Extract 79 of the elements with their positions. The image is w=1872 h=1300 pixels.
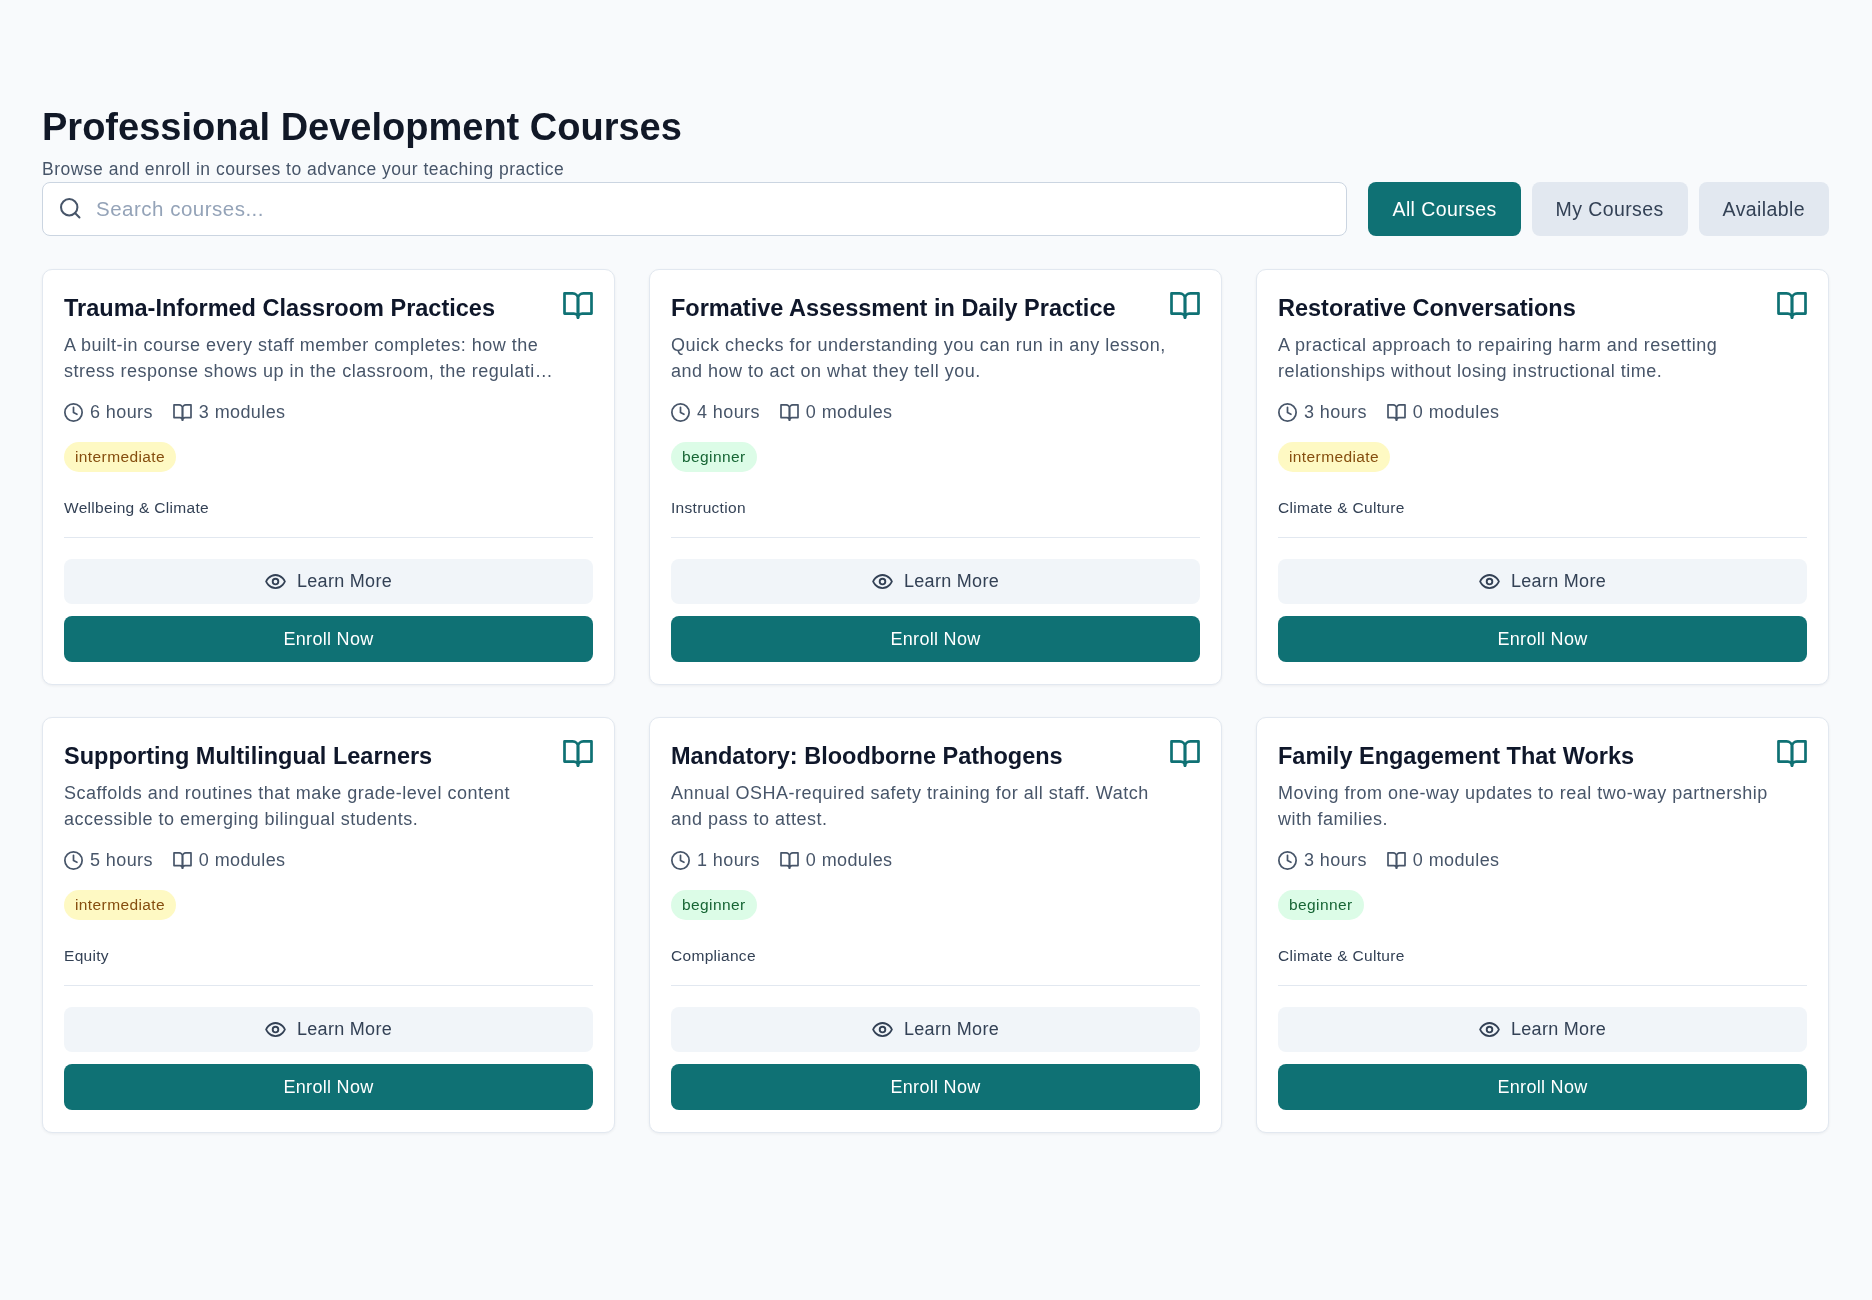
page-subtitle: Browse and enroll in courses to advance your teaching practice [42,158,565,180]
course-description: Moving from one-way updates to real two-way partnership with families. [1278,782,1769,831]
category-text: Instruction [671,498,746,518]
clock-icon [64,850,83,870]
duration-text: 1 hours [697,849,760,872]
book-icon [1170,292,1200,319]
eye-icon [1478,1022,1500,1037]
course-title: Formative Assessment in Daily Practice [671,294,1116,323]
modules-text: 0 modules [805,849,893,872]
learn-more-button[interactable]: Learn More [1278,559,1807,604]
duration-text: 3 hours [1304,849,1367,872]
eye-icon [871,574,893,589]
filter-button[interactable]: Available [1698,182,1829,236]
course-description: Annual OSHA-required safety training for all staff. Watch and pass to attest. [671,782,1150,831]
difficulty-badge: intermediate [64,442,177,472]
book-icon [172,403,192,421]
course-title: Restorative Conversations [1278,294,1576,323]
book-icon [1777,292,1807,319]
book-icon [563,292,593,319]
duration-text: 5 hours [90,849,153,872]
enroll-button[interactable]: Enroll Now [64,1064,593,1110]
learn-more-button[interactable]: Learn More [671,559,1200,604]
difficulty-badge: beginner [671,890,757,920]
eye-icon [1478,574,1500,589]
book-icon [1386,851,1406,869]
modules-text: 0 modules [1412,401,1500,424]
course-title: Trauma-Informed Classroom Practices [64,294,495,323]
course-description: Scaffolds and routines that make grade-level content accessible to emerging bilingual students. [64,782,511,831]
course-title: Mandatory: Bloodborne Pathogens [671,742,1063,771]
search-icon [60,198,81,219]
book-icon [1386,403,1406,421]
category-text: Equity [64,946,109,966]
filter-button[interactable]: All Courses [1368,182,1521,236]
enroll-button[interactable]: Enroll Now [1278,616,1807,662]
category-text: Compliance [671,946,756,966]
enroll-button[interactable]: Enroll Now [671,616,1200,662]
duration-text: 4 hours [697,401,760,424]
filter-button[interactable]: My Courses [1531,182,1688,236]
duration-text: 3 hours [1304,401,1367,424]
book-icon [563,740,593,767]
modules-text: 0 modules [1412,849,1500,872]
category-text: Climate & Culture [1278,498,1405,518]
search-field[interactable]: Search courses... [42,182,1348,236]
enroll-button[interactable]: Enroll Now [1278,1064,1807,1110]
duration-text: 6 hours [90,401,153,424]
course-description: A practical approach to repairing harm and resetting relationships without losing instructional time. [1278,334,1719,383]
eye-icon [264,574,286,589]
modules-text: 0 modules [198,849,286,872]
clock-icon [671,850,690,870]
course-title: Family Engagement That Works [1278,742,1635,771]
category-text: Climate & Culture [1278,946,1405,966]
category-text: Wellbeing & Climate [64,498,209,518]
modules-text: 0 modules [805,401,893,424]
difficulty-badge: beginner [1278,890,1364,920]
course-description: A built-in course every staff member completes: how the stress response shows up in the classroom, the regulati… [64,334,555,383]
page-title: Professional Development Courses [42,105,682,150]
course-description: Quick checks for understanding you can run in any lesson, and how to act on what they tell you. [671,334,1166,383]
clock-icon [1278,402,1297,422]
clock-icon [1278,850,1297,870]
book-icon [172,851,192,869]
course-title: Supporting Multilingual Learners [64,742,433,771]
difficulty-badge: beginner [671,442,757,472]
learn-more-button[interactable]: Learn More [64,1007,593,1052]
book-icon [1170,740,1200,767]
learn-more-button[interactable]: Learn More [64,559,593,604]
book-icon [779,403,799,421]
learn-more-button[interactable]: Learn More [1278,1007,1807,1052]
clock-icon [671,402,690,422]
eye-icon [264,1022,286,1037]
enroll-button[interactable]: Enroll Now [671,1064,1200,1110]
enroll-button[interactable]: Enroll Now [64,616,593,662]
learn-more-button[interactable]: Learn More [671,1007,1200,1052]
clock-icon [64,402,83,422]
difficulty-badge: intermediate [1278,442,1391,472]
difficulty-badge: intermediate [64,890,177,920]
book-icon [1777,740,1807,767]
modules-text: 3 modules [198,401,286,424]
book-icon [779,851,799,869]
eye-icon [871,1022,893,1037]
